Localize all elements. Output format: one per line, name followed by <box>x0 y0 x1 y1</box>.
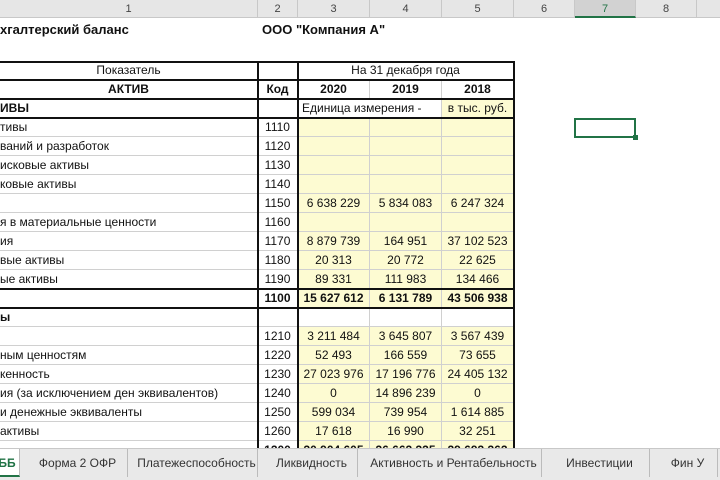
sheet-tab[interactable]: Активность и Рентабельность <box>366 449 542 477</box>
column-header-6[interactable]: 6 <box>514 0 575 18</box>
sheet-tab[interactable]: Форма 2 ОФР <box>28 449 128 477</box>
column-header-7[interactable]: 7 <box>575 0 636 18</box>
sheet-title: хгалтерский баланс <box>0 22 129 37</box>
table-border <box>297 61 515 460</box>
selected-cell[interactable] <box>574 118 638 140</box>
table-border <box>0 61 259 460</box>
column-header-4[interactable]: 4 <box>370 0 442 18</box>
table-divider <box>0 307 514 309</box>
table-divider <box>0 288 514 290</box>
sheet-tab[interactable]: ББ <box>0 449 20 477</box>
sheet-tab[interactable]: Фин У <box>658 449 718 477</box>
column-header-2[interactable]: 2 <box>258 0 298 18</box>
column-header-5[interactable]: 5 <box>442 0 514 18</box>
sheet-tab[interactable]: Инвестиции <box>550 449 650 477</box>
table-divider <box>0 98 514 100</box>
column-header-1[interactable]: 1 <box>0 0 258 18</box>
column-header-8[interactable]: 8 <box>636 0 697 18</box>
table-border <box>257 61 299 460</box>
table-divider <box>0 79 514 81</box>
sheet-tab[interactable]: Платежеспособность <box>136 449 258 477</box>
column-header-3[interactable]: 3 <box>298 0 370 18</box>
table-divider <box>0 117 514 119</box>
column-headers: 12345678 <box>0 0 720 18</box>
sheet-tab[interactable]: Ликвидность <box>266 449 358 477</box>
sheet-tabs-bar: ББ Форма 2 ОФР Платежеспособность Ликвиднос… <box>0 448 720 480</box>
company-name: ООО "Компания А" <box>262 22 386 37</box>
